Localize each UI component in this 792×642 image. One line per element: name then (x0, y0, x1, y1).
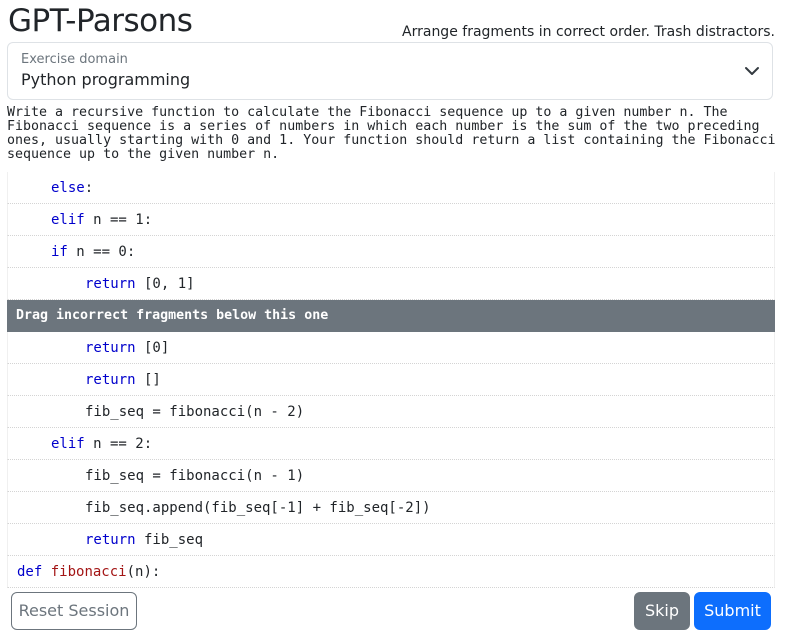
code-token: fib_seq = fibonacci(n - 1) (85, 468, 305, 484)
code-fragment-text: elif n == 2: (51, 428, 152, 460)
code-token: fib_seq = fibonacci(n - 2) (85, 404, 305, 420)
code-token: [0, 1] (135, 276, 195, 292)
exercise-domain-value: Python programming (21, 70, 191, 89)
code-fragment-text: fib_seq.append(fib_seq[-1] + fib_seq[-2]… (85, 492, 431, 524)
code-fragment-text: elif n == 1: (51, 204, 152, 236)
code-fragment[interactable]: if n == 0: (7, 236, 775, 268)
code-fragment[interactable]: fib_seq = fibonacci(n - 2) (7, 396, 775, 428)
code-token: return (85, 532, 136, 548)
code-fragment-text: return [] (85, 364, 161, 396)
fragment-list: else: elif n == 1: if n == 0: return [0, 1]… (7, 172, 775, 588)
skip-button[interactable]: Skip (634, 592, 690, 630)
exercise-domain-select[interactable]: Exercise domain Python programming (7, 42, 773, 100)
code-token: fib_seq (135, 532, 204, 548)
code-token: n == 2: (84, 436, 153, 452)
code-fragment[interactable]: elif n == 2: (7, 428, 775, 460)
code-fragment[interactable]: elif n == 1: (7, 204, 775, 236)
code-fragment[interactable]: return fib_seq (7, 524, 775, 556)
code-token: n == 1: (84, 212, 153, 228)
code-token: return (85, 340, 136, 356)
solution-area: else: elif n == 1: if n == 0: return [0, 1] (7, 172, 775, 300)
code-fragment-text: return [0, 1] (85, 268, 195, 300)
submit-button[interactable]: Submit (694, 592, 771, 630)
code-fragment-text: fib_seq = fibonacci(n - 2) (85, 396, 304, 428)
code-fragment-text: def fibonacci(n): (17, 556, 160, 588)
code-fragment-text: return [0] (85, 332, 169, 364)
code-fragment-text: if n == 0: (51, 236, 135, 268)
code-token: : (84, 180, 94, 196)
code-token: fib_seq.append(fib_seq[-1] + fib_seq[-2]… (85, 500, 431, 516)
code-token: return (85, 276, 136, 292)
code-fragment-text: else: (51, 172, 93, 204)
code-token: def (17, 564, 43, 580)
code-fragment[interactable]: fib_seq = fibonacci(n - 1) (7, 460, 775, 492)
code-fragment-text: fib_seq = fibonacci(n - 1) (85, 460, 304, 492)
code-token: elif (51, 436, 85, 452)
code-fragment[interactable]: return [0] (7, 332, 775, 364)
code-token: n == 0: (67, 244, 136, 260)
instructions-text: Arrange fragments in correct order. Tras… (402, 24, 775, 40)
problem-statement: Write a recursive function to calculate … (7, 105, 776, 162)
code-token: return (85, 372, 136, 388)
code-token: [0] (135, 340, 170, 356)
code-token: if (51, 244, 68, 260)
exercise-domain-label: Exercise domain (21, 52, 128, 67)
distractor-area: return [0] return [] fib_seq = fibonacci(n… (7, 332, 775, 588)
code-token: elif (51, 212, 85, 228)
code-token: else (51, 180, 85, 196)
trash-divider: Drag incorrect fragments below this one (7, 300, 775, 332)
code-token: [] (135, 372, 161, 388)
code-fragment[interactable]: fib_seq.append(fib_seq[-1] + fib_seq[-2]… (7, 492, 775, 524)
code-token: fibonacci (50, 564, 127, 580)
page-title: GPT-Parsons (8, 3, 193, 39)
code-fragment-text: return fib_seq (85, 524, 203, 556)
code-fragment[interactable]: def fibonacci(n): (7, 556, 775, 588)
code-fragment[interactable]: return [0, 1] (7, 268, 775, 300)
code-fragment[interactable]: return [] (7, 364, 775, 396)
chevron-down-icon (745, 67, 759, 75)
code-token: (n): (126, 564, 161, 580)
code-fragment[interactable]: else: (7, 172, 775, 204)
reset-session-button[interactable]: Reset Session (11, 592, 137, 630)
